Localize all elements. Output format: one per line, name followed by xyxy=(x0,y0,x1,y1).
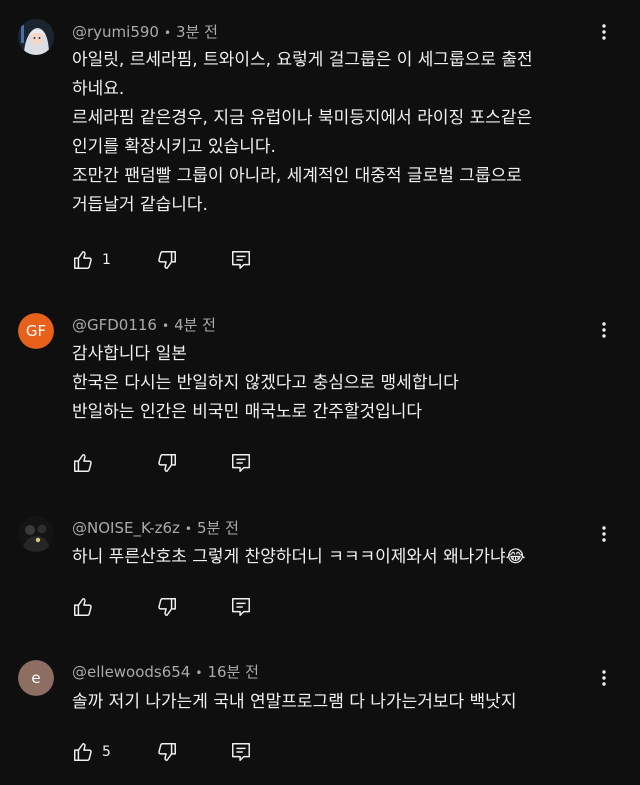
comment-time[interactable]: 3분 전 xyxy=(176,23,218,41)
avatar-initials-text: GF xyxy=(25,322,47,340)
comment-actions: 5 xyxy=(72,740,250,764)
dark-photo-avatar-icon xyxy=(18,516,54,552)
more-options-button[interactable] xyxy=(590,18,618,46)
like-button[interactable] xyxy=(72,596,110,618)
reply-button[interactable] xyxy=(230,452,252,474)
like-button[interactable]: 1 xyxy=(72,249,111,271)
reply-icon xyxy=(230,249,252,271)
author-handle[interactable]: @ryumi590 xyxy=(72,23,159,41)
avatar[interactable] xyxy=(18,516,54,552)
dislike-button[interactable] xyxy=(156,596,178,618)
reply-button[interactable] xyxy=(230,741,252,763)
comment-time[interactable]: 5분 전 xyxy=(197,519,239,537)
comment-text: 솔까 저기 나가는게 국내 연말프로그램 다 나가는거보다 백낫지 xyxy=(72,692,517,712)
reply-icon xyxy=(230,596,252,618)
like-count: 1 xyxy=(102,252,111,268)
comment-actions xyxy=(72,451,250,475)
comment-text: 감사합니다 일본 한국은 다시는 반일하지 않겠다고 충심으로 맹세합니다 반일… xyxy=(72,344,459,422)
like-button[interactable]: 5 xyxy=(72,741,111,763)
reply-button[interactable] xyxy=(230,249,252,271)
dislike-button[interactable] xyxy=(156,741,178,763)
thumbs-down-icon xyxy=(156,596,178,618)
comment-text: 하니 푸른산호초 그렇게 찬양하더니 ㅋㅋㅋ이제와서 왜나가냐😂 xyxy=(72,547,526,567)
avatar[interactable]: e xyxy=(18,660,54,696)
dislike-button[interactable] xyxy=(156,249,178,271)
comment-meta: @ryumi590 • 3분 전 xyxy=(72,22,218,43)
thumbs-up-icon xyxy=(72,741,94,763)
kebab-icon xyxy=(602,322,606,338)
thumbs-up-icon xyxy=(72,596,94,618)
avatar-initials-text: e xyxy=(31,669,41,687)
author-handle[interactable]: @GFD0116 xyxy=(72,316,157,334)
avatar-initials: e xyxy=(18,660,54,696)
reply-button[interactable] xyxy=(230,596,252,618)
avatar-initials: GF xyxy=(18,313,54,349)
comment-time[interactable]: 16분 전 xyxy=(207,663,258,681)
thumbs-down-icon xyxy=(156,249,178,271)
comment-meta: @GFD0116 • 4분 전 xyxy=(72,315,216,336)
kebab-icon xyxy=(602,24,606,40)
thumbs-up-icon xyxy=(72,249,94,271)
comment-text: 아일릿, 르세라핌, 트와이스, 요렇게 걸그룹은 이 세그룹으로 출전 하네요… xyxy=(72,50,533,215)
kebab-icon xyxy=(602,670,606,686)
author-handle[interactable]: @NOISE_K-z6z xyxy=(72,519,180,537)
author-handle[interactable]: @ellewoods654 xyxy=(72,663,190,681)
like-button[interactable] xyxy=(72,452,110,474)
thumbs-down-icon xyxy=(156,452,178,474)
comment-actions xyxy=(72,595,250,619)
comment-meta: @NOISE_K-z6z • 5분 전 xyxy=(72,518,239,539)
separator-dot: • xyxy=(163,26,172,40)
anime-avatar-icon xyxy=(18,19,54,55)
reply-icon xyxy=(230,452,252,474)
separator-dot: • xyxy=(184,522,192,536)
separator-dot: • xyxy=(161,319,170,333)
thumbs-down-icon xyxy=(156,741,178,763)
comment-actions: 1 xyxy=(72,248,250,272)
dislike-button[interactable] xyxy=(156,452,178,474)
avatar[interactable] xyxy=(18,19,54,55)
comment-time[interactable]: 4분 전 xyxy=(174,316,216,334)
avatar[interactable]: GF xyxy=(18,313,54,349)
kebab-icon xyxy=(602,526,606,542)
separator-dot: • xyxy=(195,666,203,680)
thumbs-up-icon xyxy=(72,452,94,474)
reply-icon xyxy=(230,741,252,763)
like-count: 5 xyxy=(102,744,111,760)
comment-meta: @ellewoods654 • 16분 전 xyxy=(72,662,259,683)
